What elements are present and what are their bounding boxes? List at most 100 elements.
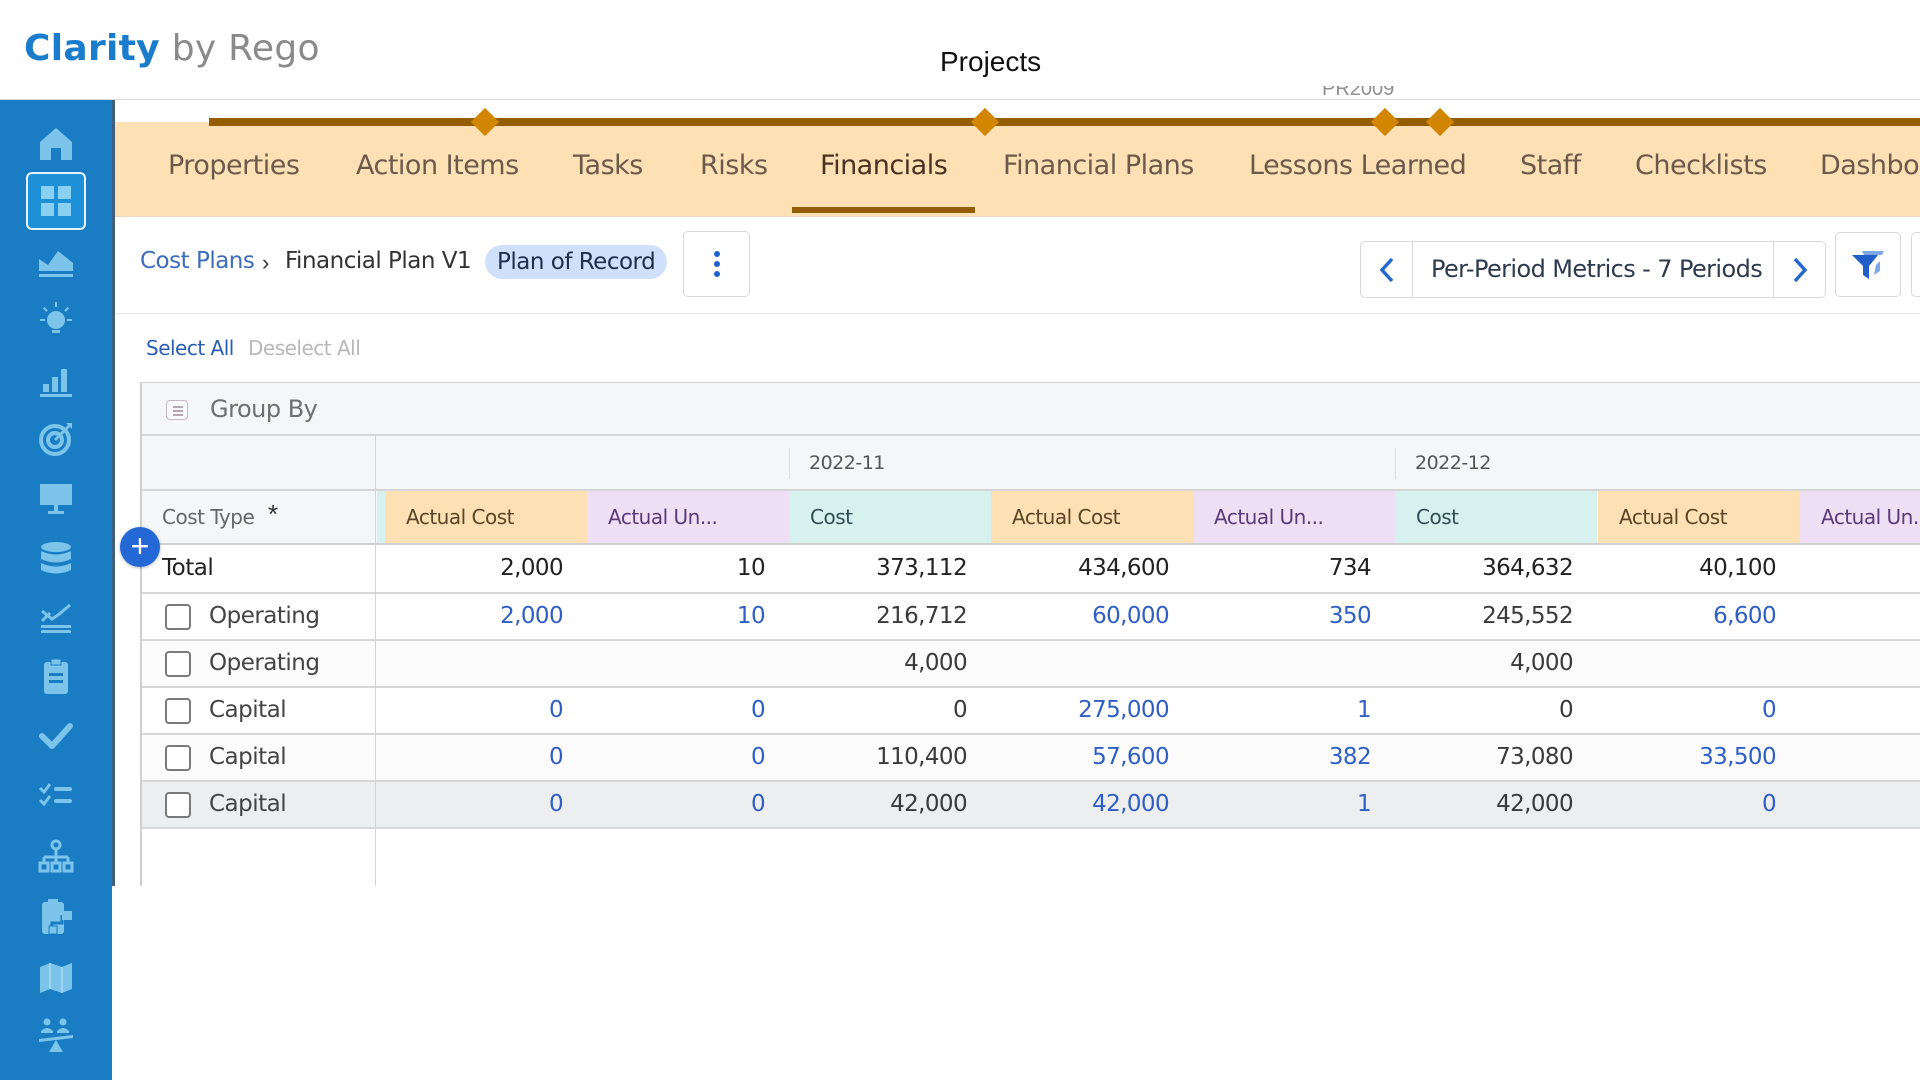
select-all-link[interactable]: Select All [146,336,234,360]
breadcrumb-current: Financial Plan V1 [285,248,471,274]
cell-cost-actual[interactable]: 275,000 [991,697,1193,723]
tab-dashboard[interactable]: Dashboa [1820,150,1920,181]
sidebar-item-data[interactable] [26,529,86,587]
sidebar-item-projects[interactable] [26,172,86,230]
period-label[interactable]: Per-Period Metrics - 7 Periods [1431,255,1762,283]
sidebar-item-portfolios[interactable] [26,232,86,290]
period-navigator: Per-Period Metrics - 7 Periods [1360,241,1826,298]
cell-cost-actual[interactable]: 6,600 [1598,603,1800,629]
cell-cost-actual[interactable]: 0 [385,791,587,817]
cell-cost-actual[interactable]: 0 [385,697,587,723]
cell-units[interactable]: 1 [1193,791,1395,817]
cell-cost: 110,400 [789,744,991,770]
more-options-button[interactable] [683,231,750,297]
ellipsis-dot [714,271,720,277]
group-by-bar[interactable]: Group By [142,382,1920,436]
row-checkbox[interactable] [165,792,191,818]
sidebar-item-ideas[interactable] [26,291,86,349]
column-header-cost[interactable]: Cost [789,491,991,543]
sidebar-item-approvals[interactable] [26,707,86,765]
toolbar-extra-button[interactable] [1911,232,1920,297]
sidebar-item-hierarchy[interactable] [26,828,86,886]
column-header-cost-actual[interactable]: Actual Cost [991,491,1193,543]
tab-financial-plans[interactable]: Financial Plans [1003,150,1194,181]
cell-cost-actual[interactable]: 33,500 [1598,744,1800,770]
cell-cost-actual[interactable]: 60,000 [991,603,1193,629]
sidebar-item-home[interactable] [26,115,86,173]
logo[interactable]: Clarity by Rego [24,28,320,69]
period-header-row: 2022-11 2022-12 [142,436,1920,491]
tab-staff[interactable]: Staff [1520,150,1581,181]
sidebar-item-clipboard[interactable] [26,648,86,706]
row-checkbox[interactable] [165,745,191,771]
cell-units[interactable]: 0 [587,791,789,817]
column-header-cost-actual[interactable]: Actual Cost [385,491,587,543]
cell-units[interactable]: 350 [1193,603,1395,629]
frozen-column-divider [375,436,376,886]
tab-lessons-learned[interactable]: Lessons Learned [1249,150,1466,181]
sidebar-item-trends[interactable] [26,588,86,646]
breadcrumb-cost-plans[interactable]: Cost Plans [140,248,254,274]
sidebar-item-goals[interactable] [26,410,86,468]
row-checkbox[interactable] [165,698,191,724]
sidebar-item-checklists[interactable] [26,767,86,825]
previous-period-button[interactable] [1361,242,1413,297]
sidebar-item-roadmaps[interactable] [26,948,86,1006]
chevron-left-icon [1378,256,1396,284]
timeline-label: PR2009 [1322,86,1394,98]
cell-cost-actual[interactable]: 57,600 [991,744,1193,770]
cell-units[interactable]: 0 [587,697,789,723]
filter-button[interactable] [1835,232,1901,297]
tab-financials[interactable]: Financials [820,150,947,181]
cell-cost-actual[interactable]: 0 [1598,697,1800,723]
deselect-all-link[interactable]: Deselect All [248,336,360,360]
cell-cost-actual: 2,000 [385,555,587,581]
column-header-units[interactable]: Actual Un... [1800,491,1920,543]
cost-type-label: Capital [209,791,286,817]
sidebar-item-workflows[interactable] [26,888,86,946]
row-checkbox[interactable] [165,651,191,677]
next-period-button[interactable] [1773,242,1825,297]
cell-units[interactable]: 10 [587,603,789,629]
column-header-cost[interactable]: Cost [1395,491,1597,543]
table-row[interactable]: Capital0042,00042,000142,0000 [142,782,1920,829]
sidebar-item-presentations[interactable] [26,469,86,527]
table-row[interactable]: Operating2,00010216,71260,000350245,5526… [142,594,1920,641]
cell-units[interactable]: 1 [1193,697,1395,723]
group-by-icon [166,400,188,420]
cell-cost: 364,632 [1395,555,1597,581]
cost-type-label: Operating [209,603,320,629]
table-row[interactable]: Capital000275,000100 [142,688,1920,735]
cell-units[interactable]: 382 [1193,744,1395,770]
cost-plan-grid: Group By 2022-11 2022-12 Cost Type * Act… [140,382,1920,886]
cost-type-header[interactable]: Cost Type [162,505,254,529]
cell-cost: 216,712 [789,603,991,629]
tab-action-items[interactable]: Action Items [356,150,519,181]
cost-type-label: Capital [209,697,286,723]
cell-units[interactable]: 0 [587,744,789,770]
table-row[interactable]: Capital00110,40057,60038273,08033,500 [142,735,1920,782]
column-header-units[interactable]: Actual Un... [1193,491,1395,543]
tab-risks[interactable]: Risks [700,150,768,181]
clipboard-flow-icon [36,897,76,937]
table-row[interactable]: Operating4,0004,000 [142,641,1920,688]
cell-cost-actual[interactable]: 42,000 [991,791,1193,817]
breadcrumb-separator-icon: › [262,250,269,276]
cell-cost-actual[interactable]: 0 [385,744,587,770]
cell-cost-actual[interactable]: 2,000 [385,603,587,629]
row-checkbox[interactable] [165,604,191,630]
cell-cost: 73,080 [1395,744,1597,770]
tab-tasks[interactable]: Tasks [573,150,643,181]
sidebar-item-reports[interactable] [26,351,86,409]
bar-chart-icon [36,360,76,400]
add-row-button[interactable]: + [120,527,160,567]
logo-brand: Clarity [24,28,160,69]
cell-cost-actual[interactable]: 0 [1598,791,1800,817]
column-header-units[interactable]: Actual Un... [587,491,789,543]
sidebar-item-resources[interactable] [26,1007,86,1065]
total-row: Total2,00010373,112434,600734364,63240,1… [142,545,1920,594]
column-header-cost-actual[interactable]: Actual Cost [1598,491,1800,543]
tab-checklists[interactable]: Checklists [1635,150,1767,181]
tab-properties[interactable]: Properties [168,150,299,181]
sidebar-border [112,100,115,886]
